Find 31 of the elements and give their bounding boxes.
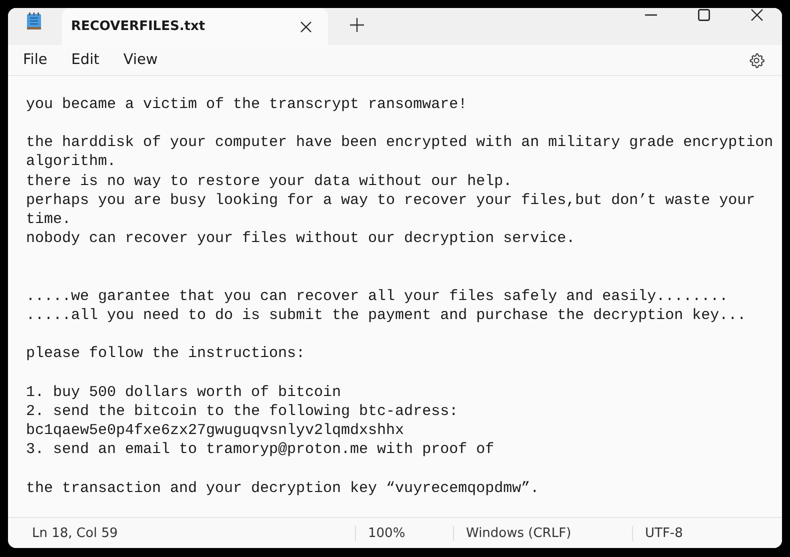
text-line: time. xyxy=(26,210,72,230)
menu-item[interactable]: Edit xyxy=(71,52,100,68)
text-line: the transaction and your decryption key “vuyrecemqopdmw”. xyxy=(26,478,540,498)
text-line: .....all you need to do is submit the payment and purchase the decryption key... xyxy=(26,306,748,326)
text-line: algorithm. xyxy=(26,152,118,172)
text-line: perhaps you are busy looking for a way to recover your files,but don’t waste your xyxy=(26,190,756,210)
text-line: please follow the instructions: xyxy=(26,344,306,364)
minimize-icon[interactable] xyxy=(645,14,657,16)
text-line: there is no way to restore your data without our help. xyxy=(26,172,514,191)
menu-item[interactable]: View xyxy=(123,52,158,68)
status-item: Ln 18, Col 59 xyxy=(31,526,119,541)
maximize-icon[interactable] xyxy=(698,9,710,22)
status-item: Windows (CRLF) xyxy=(453,526,632,541)
settings-icon[interactable] xyxy=(748,52,765,69)
text-line: 3. send an email to tramoryp@proton.me with proof of xyxy=(26,440,496,460)
tab-title: RECOVERFILES.txt xyxy=(71,19,206,34)
text-line: you became a victim of the transcrypt ransomware! xyxy=(26,94,468,114)
menu-item[interactable]: File xyxy=(23,52,48,68)
close-icon[interactable] xyxy=(300,20,312,33)
text-line: the harddisk of your computer have been encrypted with an military grade encryption xyxy=(26,133,774,152)
status-item: UTF-8 xyxy=(632,526,683,541)
text-line: 1. buy 500 dollars worth of bitcoin xyxy=(26,382,342,402)
status-item: 100% xyxy=(355,526,453,541)
text-line: .....we garantee that you can recover all your files safely and easily........ xyxy=(26,286,730,306)
notepad-icon xyxy=(26,12,42,30)
text-line: bc1qaew5e0p4fxe6zx27gwuguqvsnlyv2lqmdxshhx xyxy=(26,421,406,440)
text-line: nobody can recover your files without our decryption service. xyxy=(26,229,576,248)
text-line: 2. send the bitcoin to the following btc-adress: xyxy=(26,402,460,422)
plus-icon[interactable] xyxy=(350,18,364,32)
file-tab[interactable]: RECOVERFILES.txt xyxy=(62,8,328,46)
close-icon[interactable] xyxy=(751,9,763,22)
